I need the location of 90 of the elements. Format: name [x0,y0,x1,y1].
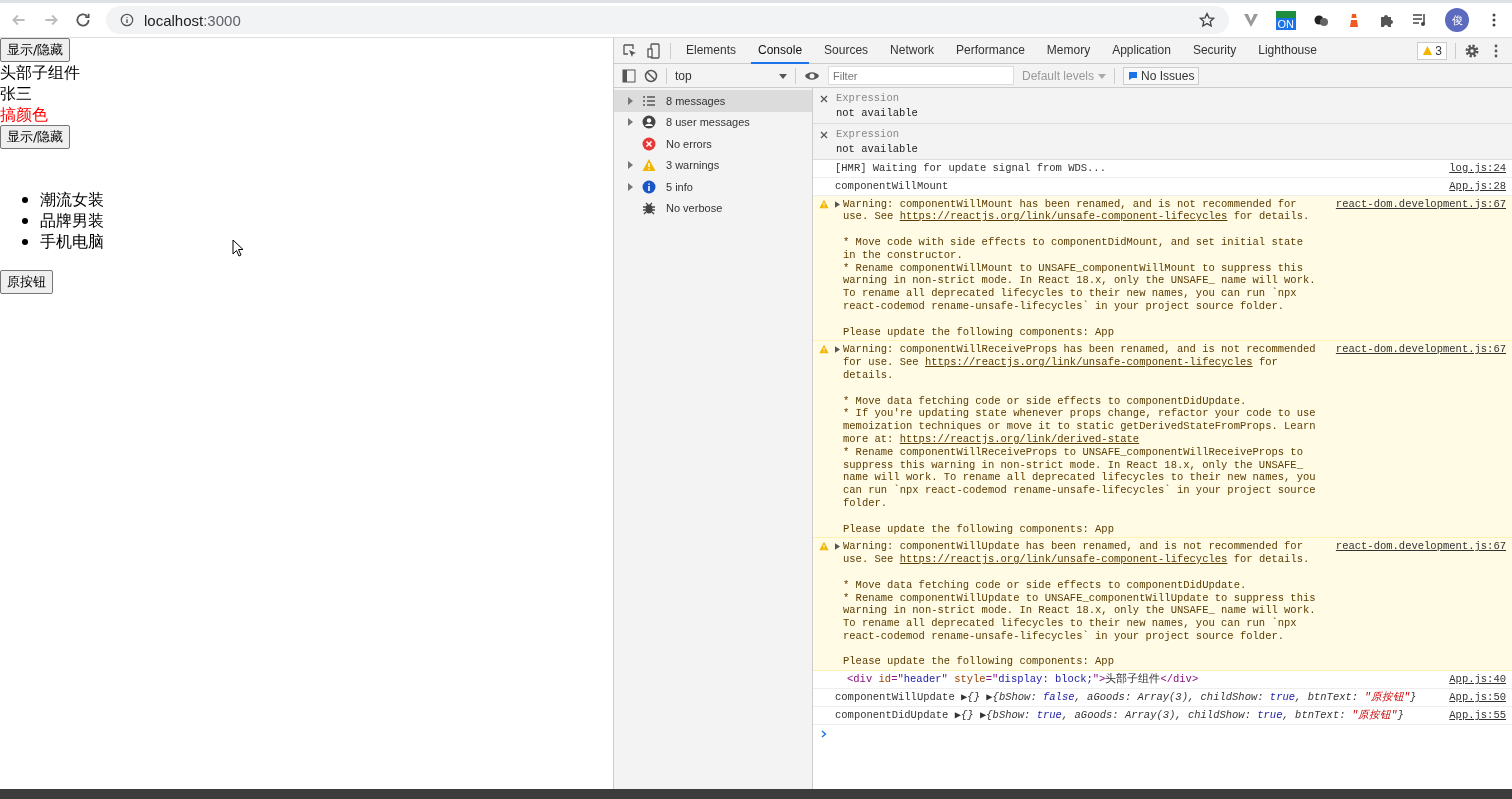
source-link[interactable]: App.js:55 [1437,708,1506,722]
user-icon [642,115,656,130]
source-link[interactable]: log.js:24 [1437,162,1506,175]
warning-icon [642,158,656,173]
expand-arrow-icon[interactable] [626,96,634,105]
warning-icon [1422,45,1434,56]
inspect-icon[interactable] [622,42,638,59]
extension-badge[interactable]: ON [1275,10,1296,30]
error-icon [642,136,656,151]
devtools-tab[interactable]: Performance [949,37,1032,64]
bullet-icon [22,217,28,224]
bullet-icon [22,196,28,203]
settings-icon[interactable] [1464,42,1480,59]
devtools-tab[interactable]: Sources [817,37,876,64]
doc-link[interactable]: https://reactjs.org/link/unsafe-component-lifecycles [924,356,1253,369]
console-message: Warning: componentWillUpdate has been renamed, and is not recommended for use. See https://reactjs.org/link/unsafe-component-lifecycles for details. * Move data fetching code or side effects to componentDidUpdate. * Rename componentWillUpdate to UNSAFE_componentWillUpdate to suppress this warning in non-strict mode. In React 18.x, only the UNSAFE_ name will work. To rename all deprecated lifecycles to their new names, you can run `npx react-codemod rename-unsafe-lifecycles` in your project source folder. Please update the following components: App [843,540,1317,669]
expand-arrow-icon[interactable] [835,543,840,551]
devtools-tab[interactable]: Security [1185,37,1244,64]
expand-arrow-icon[interactable] [626,118,634,127]
issues-badge[interactable]: 3 [1417,41,1447,60]
page-text: 头部子组件 [0,62,81,83]
console-message: [HMR] Waiting for update signal from WDS... [835,162,1107,175]
list-icon [642,93,656,108]
close-icon[interactable] [820,95,828,103]
message-icon [1128,70,1139,81]
prompt-chevron-icon[interactable] [820,729,828,738]
address-bar[interactable]: localhost:3000 [106,6,1229,34]
info-icon[interactable] [120,13,134,27]
devtools-tab[interactable]: Application [1105,37,1178,64]
filter-field[interactable]: Filter [828,66,1014,85]
devtools-tab[interactable]: Elements [679,37,744,64]
expression-value: not available [836,107,918,119]
toggle-button[interactable]: 原按钮 [0,270,53,294]
console-message: componentWillMount [835,179,950,193]
bullet-icon [22,238,28,245]
caret-icon[interactable] [779,71,787,80]
info-icon [642,179,656,194]
issues-button[interactable]: No Issues [1123,66,1200,85]
toggle-button[interactable]: 显示/隐藏 [0,38,71,62]
page-text: 搞颜色 [0,104,49,125]
profile-avatar[interactable]: 俊 [1445,8,1469,32]
star-icon[interactable] [1198,12,1215,28]
doc-link[interactable]: https://reactjs.org/link/unsafe-component-lifecycles [899,210,1228,223]
expand-arrow-icon[interactable] [626,161,634,170]
expression-label: Expression [836,128,900,140]
sidebar-toggle-icon[interactable] [622,68,636,83]
url-text: localhost:3000 [144,11,241,29]
doc-link[interactable]: https://reactjs.org/link/unsafe-component-lifecycles [899,553,1228,566]
v-logo-icon[interactable] [1242,12,1259,28]
sidebar-item[interactable]: 5 info [614,176,812,198]
expression-value: not available [836,143,918,155]
source-link[interactable]: App.js:50 [1437,691,1506,704]
list-item: 手机电脑 [40,231,104,252]
expand-arrow-icon[interactable] [835,200,840,208]
source-link[interactable]: react-dom.development.js:67 [1323,540,1506,554]
console-message: componentDidUpdate ▶{} ▶{bShow: true, aGoods: Array(3), childShow: true, btnText: "原按钮"} [835,708,1405,722]
list-item: 品牌男装 [40,210,104,231]
devtools-tab[interactable]: Network [883,37,942,64]
clear-icon[interactable] [644,68,658,83]
expand-arrow-icon[interactable] [835,346,840,354]
warning-icon [819,198,829,209]
source-link[interactable]: App.js:28 [1437,179,1506,193]
sidebar-item[interactable]: No verbose [614,197,812,219]
devtools-tab[interactable]: Memory [1039,37,1098,64]
playlist-icon[interactable] [1412,12,1428,28]
console-message: <div id="header" style="display: block;">头部子组件</div> [847,673,1200,687]
console-message: componentWillUpdate ▶{} ▶{bShow: false, aGoods: Array(3), childShow: true, btnText: "原按钮"} [835,691,1418,704]
mouse-cursor-icon [232,239,244,257]
warning-icon [819,344,829,355]
context-dropdown[interactable]: top [675,68,787,83]
reload-icon[interactable] [74,11,92,29]
expression-label: Expression [836,92,900,104]
close-icon[interactable] [820,131,828,139]
source-link[interactable]: react-dom.development.js:67 [1323,343,1506,357]
source-link[interactable]: App.js:40 [1437,673,1506,687]
expand-arrow-icon[interactable] [626,182,634,191]
sidebar-item[interactable]: 8 user messages [614,111,812,133]
bug-icon [642,201,656,216]
doc-link[interactable]: https://reactjs.org/link/derived-state [899,432,1140,445]
toggle-button[interactable]: 显示/隐藏 [0,125,71,149]
sidebar-item[interactable]: 3 warnings [614,154,812,176]
page-text: 张三 [0,83,33,104]
warning-icon [819,541,829,552]
devtools-tab[interactable]: Lighthouse [1251,37,1324,64]
device-icon[interactable] [646,42,662,59]
puzzle-icon[interactable] [1379,12,1395,28]
sidebar-item[interactable]: 8 messages [614,90,812,112]
list-item: 潮流女装 [40,189,104,210]
sidebar-item[interactable]: No errors [614,133,812,155]
source-link[interactable]: react-dom.development.js:67 [1323,197,1506,211]
